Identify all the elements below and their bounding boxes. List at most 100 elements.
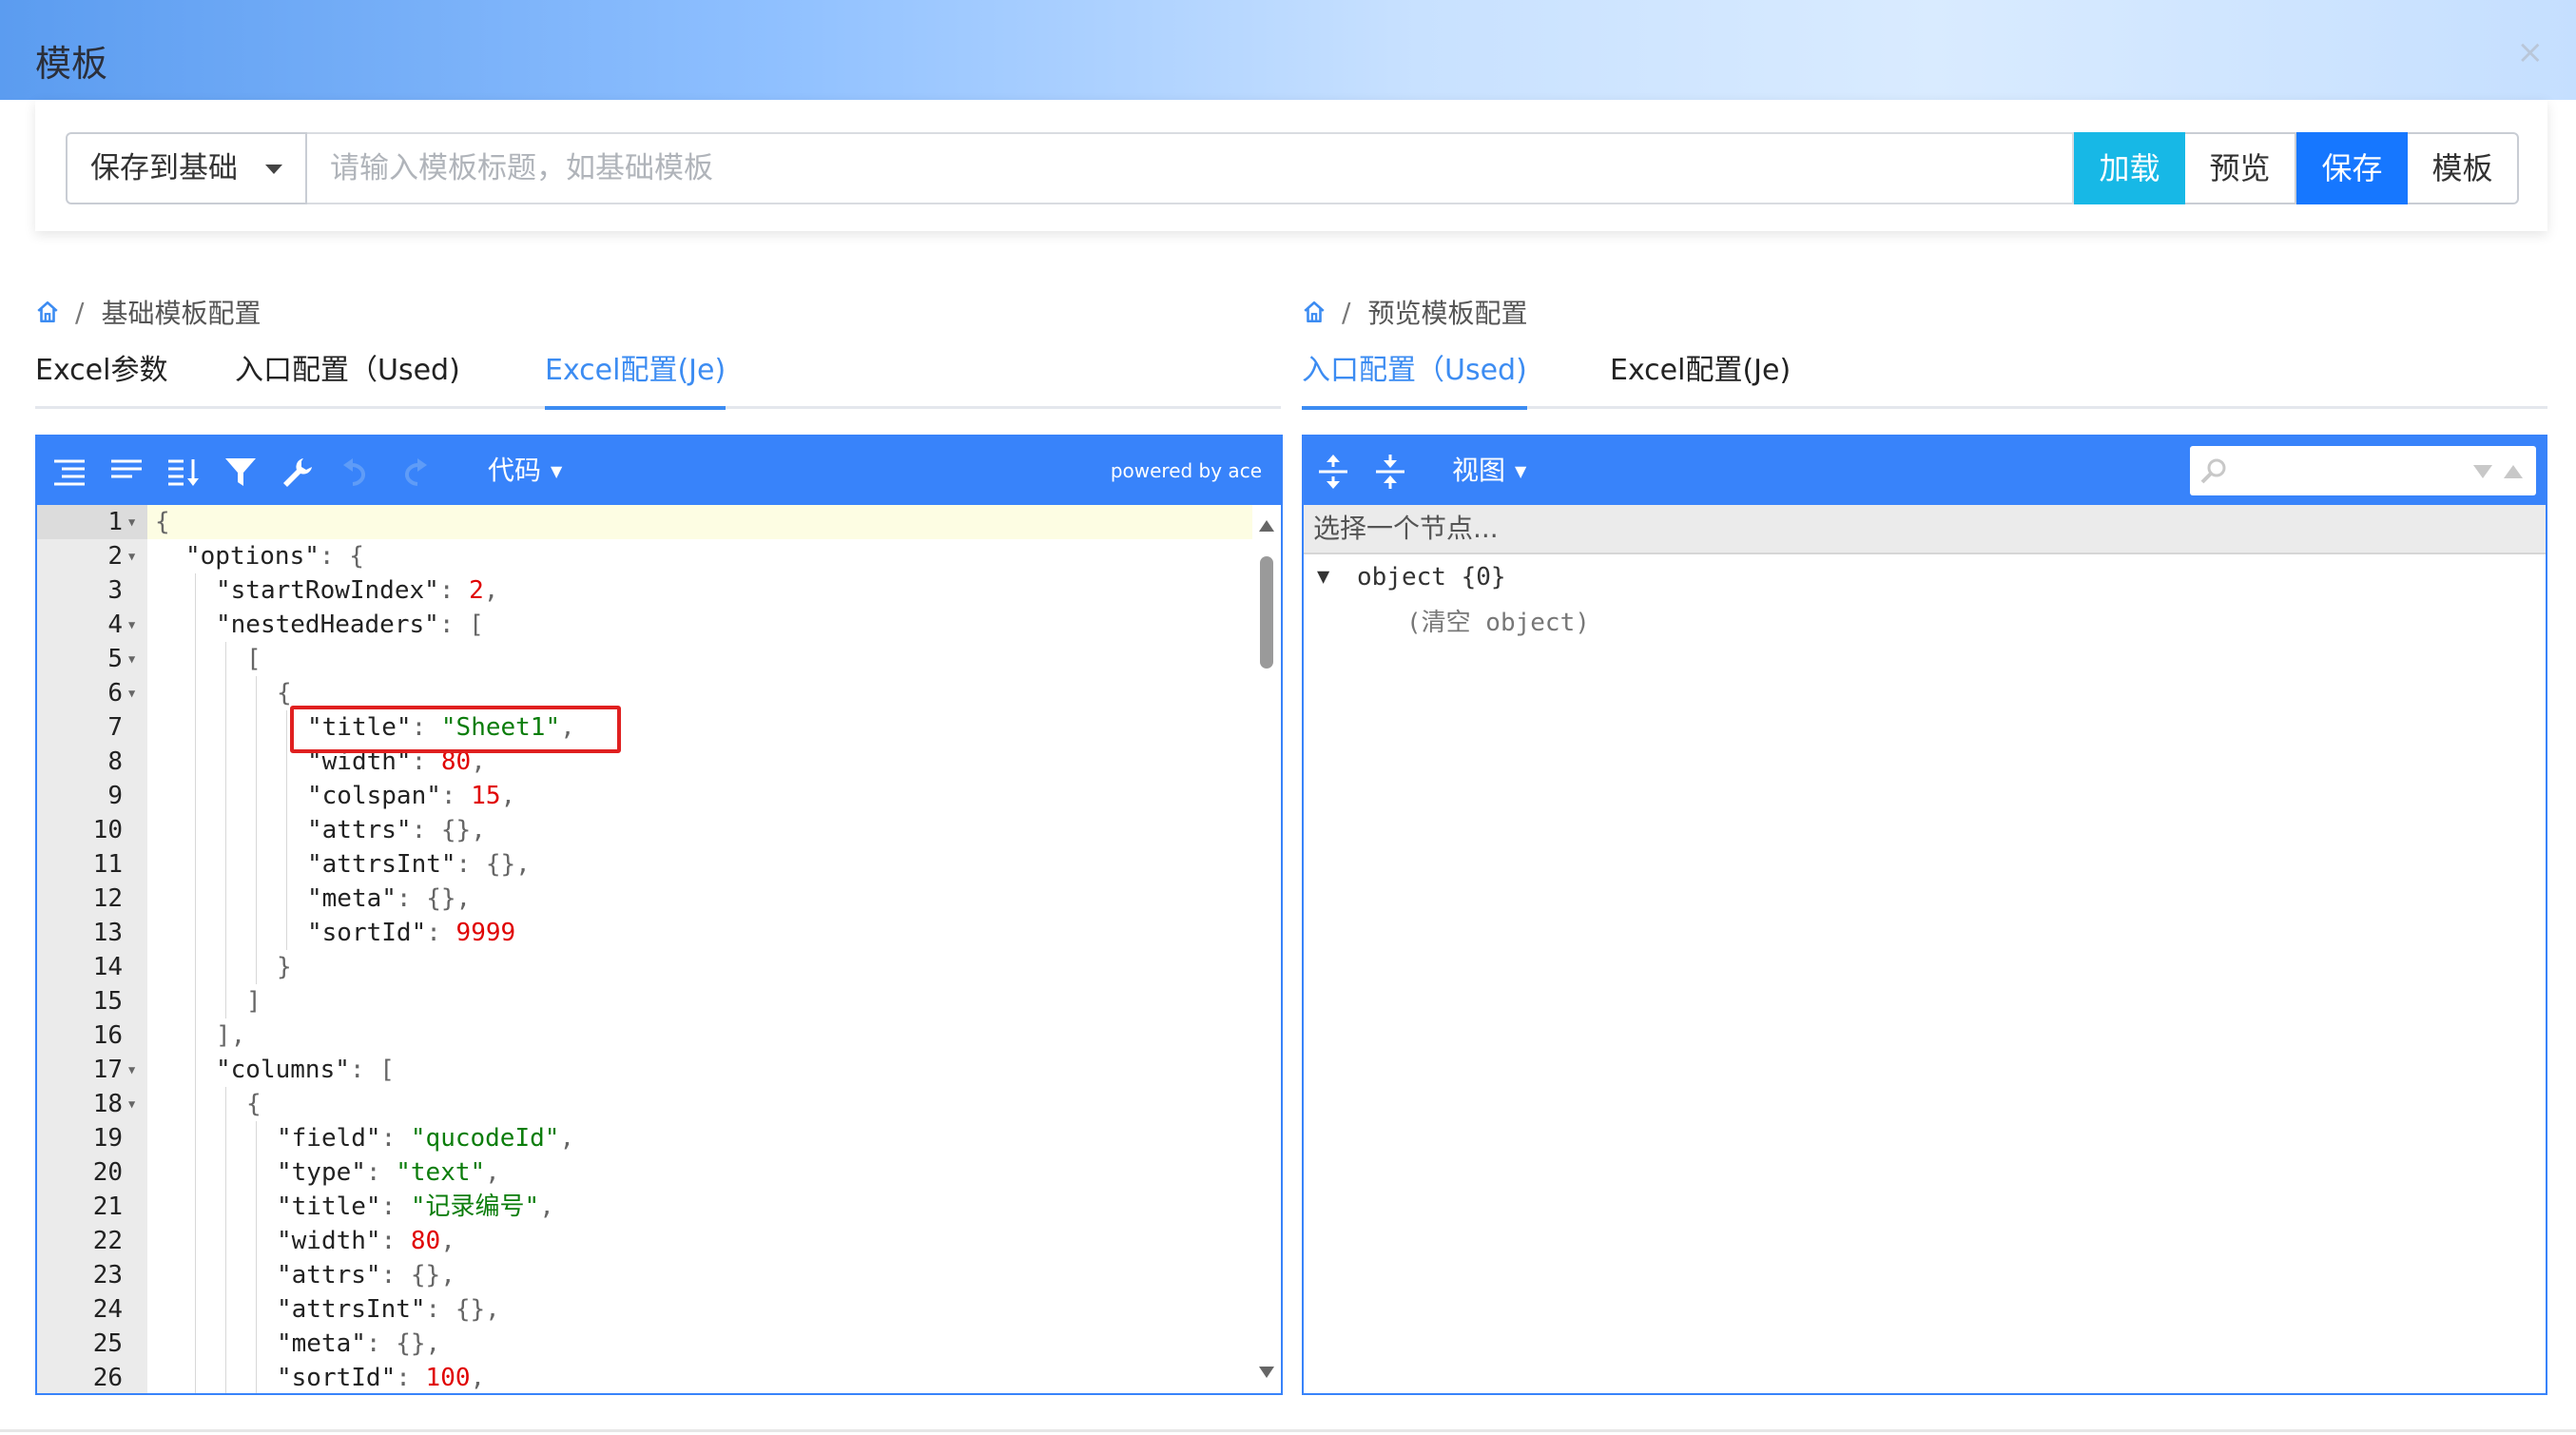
code-line[interactable]: 10 "attrs": {}, bbox=[37, 813, 1252, 847]
editor-scrollbar[interactable] bbox=[1252, 505, 1281, 1393]
code-line[interactable]: 1 ▼ { bbox=[37, 505, 1252, 539]
code-line[interactable]: 12 "meta": {}, bbox=[37, 882, 1252, 916]
close-icon[interactable]: × bbox=[2517, 36, 2545, 68]
indent-guide bbox=[195, 642, 196, 676]
load-button[interactable]: 加载 bbox=[2074, 132, 2185, 204]
code-token: "options" bbox=[185, 542, 320, 571]
fold-toggle-icon[interactable]: ▼ bbox=[128, 608, 135, 642]
sort-icon[interactable] bbox=[166, 456, 201, 488]
tab-excel-params[interactable]: Excel参数 bbox=[35, 346, 167, 407]
code-line[interactable]: 8 "width": 80, bbox=[37, 745, 1252, 779]
search-input[interactable] bbox=[2190, 446, 2536, 495]
code-text: "colspan": 15, bbox=[307, 779, 515, 813]
tree-root-row[interactable]: ▼ object {0} bbox=[1304, 554, 2546, 600]
home-icon[interactable] bbox=[35, 300, 60, 324]
indent-guide bbox=[225, 984, 226, 1018]
code-line[interactable]: 5 ▼ [ bbox=[37, 642, 1252, 676]
collapse-all-icon[interactable] bbox=[1374, 452, 1406, 492]
code-line[interactable]: 4 ▼ "nestedHeaders": [ bbox=[37, 608, 1252, 642]
scroll-up-icon[interactable] bbox=[1259, 520, 1274, 532]
fold-toggle-icon[interactable]: ▼ bbox=[128, 642, 135, 676]
indent-guide bbox=[195, 1018, 196, 1053]
expand-all-icon[interactable] bbox=[1317, 452, 1349, 492]
compact-icon[interactable] bbox=[109, 456, 144, 488]
save-target-select[interactable]: 保存到基础 bbox=[66, 132, 307, 204]
code-line[interactable]: 6 ▼ { bbox=[37, 676, 1252, 710]
template-button[interactable]: 模板 bbox=[2408, 132, 2519, 204]
code-line[interactable]: 23 "attrs": {}, bbox=[37, 1258, 1252, 1292]
code-line[interactable]: 26 "sortId": 100, bbox=[37, 1361, 1252, 1393]
tab-excel-config[interactable]: Excel配置(Je) bbox=[545, 346, 726, 410]
indent-guide bbox=[286, 779, 287, 813]
code-text: "attrsInt": {}, bbox=[277, 1292, 500, 1327]
indent-guide bbox=[225, 1327, 226, 1361]
scroll-down-icon[interactable] bbox=[1259, 1367, 1274, 1378]
tab-entry-config[interactable]: 入口配置（Used) bbox=[235, 346, 460, 407]
indent-guide bbox=[286, 847, 287, 882]
code-line[interactable]: 11 "attrsInt": {}, bbox=[37, 847, 1252, 882]
code-line[interactable]: 18 ▼ { bbox=[37, 1087, 1252, 1121]
code-line[interactable]: 14} bbox=[37, 950, 1252, 984]
node-path-bar[interactable]: 选择一个节点... bbox=[1304, 505, 2546, 554]
code-line[interactable]: 20 "type": "text", bbox=[37, 1155, 1252, 1190]
fold-toggle-icon[interactable]: ▼ bbox=[128, 505, 135, 539]
code-line[interactable]: 25 "meta": {}, bbox=[37, 1327, 1252, 1361]
home-icon[interactable] bbox=[1302, 300, 1327, 324]
code-token: { bbox=[277, 679, 292, 708]
code-line[interactable]: 7 "title": "Sheet1", bbox=[37, 710, 1252, 745]
code-line[interactable]: 13 "sortId": 9999 bbox=[37, 916, 1252, 950]
code-line[interactable]: 15] bbox=[37, 984, 1252, 1018]
viewer-toolbar: 视图 ▼ bbox=[1304, 436, 2546, 505]
code-token: , bbox=[559, 1124, 575, 1153]
breadcrumb-separator: / bbox=[75, 296, 85, 328]
indent-guide bbox=[225, 1224, 226, 1258]
code-token: "title" bbox=[277, 1193, 381, 1221]
tree-root-label: object {0} bbox=[1357, 563, 1506, 591]
viewer-mode-dropdown[interactable]: 视图 ▼ bbox=[1452, 452, 1526, 491]
code-token: : bbox=[365, 1158, 397, 1187]
code-token: : bbox=[396, 1364, 426, 1392]
undo-icon[interactable] bbox=[339, 456, 374, 488]
caret-down-icon bbox=[265, 165, 282, 174]
editor-mode-dropdown[interactable]: 代码 ▼ bbox=[488, 452, 562, 491]
fold-toggle-icon[interactable]: ▼ bbox=[128, 539, 135, 573]
code-token: "text" bbox=[396, 1158, 486, 1187]
preview-button[interactable]: 预览 bbox=[2185, 132, 2296, 204]
code-line[interactable]: 24 "attrsInt": {}, bbox=[37, 1292, 1252, 1327]
code-text: "sortId": 100, bbox=[277, 1361, 485, 1393]
code-content[interactable]: 1 ▼{2 ▼ "options": {3 "startRowIndex": 2, 4 ▼ "… bbox=[37, 505, 1252, 1393]
indent-guide bbox=[195, 950, 196, 984]
indent-guide bbox=[256, 1258, 257, 1292]
code-line[interactable]: 19 "field": "qucodeId", bbox=[37, 1121, 1252, 1155]
code-token: "sortId" bbox=[277, 1364, 397, 1392]
code-text: } bbox=[277, 950, 292, 984]
code-token: "attrs" bbox=[277, 1261, 381, 1290]
scrollbar-thumb[interactable] bbox=[1260, 556, 1273, 669]
code-line[interactable]: 22 "width": 80, bbox=[37, 1224, 1252, 1258]
indent-guide bbox=[286, 710, 287, 745]
code-token: : {}, bbox=[411, 816, 486, 844]
fold-toggle-icon[interactable]: ▼ bbox=[128, 1087, 135, 1121]
expand-triangle-icon[interactable]: ▼ bbox=[1317, 554, 1329, 600]
save-button[interactable]: 保存 bbox=[2296, 132, 2408, 204]
tab-excel-config[interactable]: Excel配置(Je) bbox=[1610, 346, 1791, 407]
wrench-icon[interactable] bbox=[281, 456, 315, 488]
tab-entry-config[interactable]: 入口配置（Used) bbox=[1302, 346, 1527, 410]
code-token: "width" bbox=[277, 1227, 381, 1255]
format-icon[interactable] bbox=[52, 456, 87, 488]
code-line[interactable]: 2 ▼ "options": { bbox=[37, 539, 1252, 573]
redo-icon[interactable] bbox=[397, 456, 431, 488]
code-line[interactable]: 21 "title": "记录编号", bbox=[37, 1190, 1252, 1224]
code-line[interactable]: 16], bbox=[37, 1018, 1252, 1053]
fold-toggle-icon[interactable]: ▼ bbox=[128, 1053, 135, 1087]
bottom-divider bbox=[0, 1429, 2576, 1432]
template-title-input[interactable]: 请输入模板标题，如基础模板 bbox=[307, 132, 2074, 204]
breadcrumb-current: 预览模板配置 bbox=[1367, 298, 1528, 329]
fold-toggle-icon[interactable]: ▼ bbox=[128, 676, 135, 710]
code-line[interactable]: 9 "colspan": 15, bbox=[37, 779, 1252, 813]
search-nav-icon[interactable] bbox=[2471, 463, 2525, 480]
filter-icon[interactable] bbox=[223, 456, 258, 488]
code-line[interactable]: 17 ▼ "columns": [ bbox=[37, 1053, 1252, 1087]
code-token: 80 bbox=[410, 1227, 441, 1255]
code-line[interactable]: 3 "startRowIndex": 2, bbox=[37, 573, 1252, 608]
